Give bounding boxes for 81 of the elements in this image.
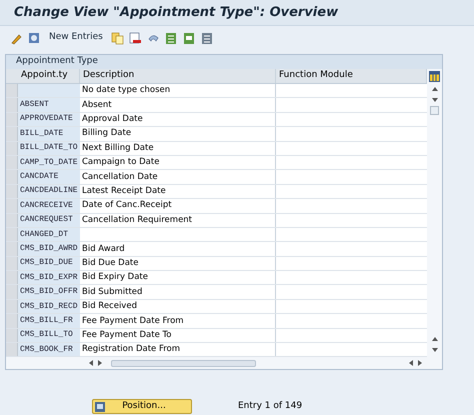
- table-cell: Next Billing Date: [80, 142, 276, 155]
- position-icon: [95, 402, 105, 412]
- table-cell: Bid Expiry Date: [80, 271, 276, 284]
- table-cell: CANCDATE: [18, 170, 80, 184]
- column-header[interactable]: Description: [80, 69, 276, 83]
- row-selector[interactable]: [6, 328, 18, 342]
- row-selector[interactable]: [6, 98, 18, 112]
- table-cell: Fee Payment Date From: [80, 314, 276, 328]
- table-cell: CMS_BID_DUE: [18, 256, 80, 270]
- table-cell: No date type chosen: [80, 84, 276, 98]
- scroll-up-icon[interactable]: [432, 86, 438, 92]
- table-cell: CHANGED_DT: [18, 228, 80, 242]
- table-cell: CAMP_TO_DATE: [18, 156, 80, 170]
- table-cell: BILL_DATE: [18, 127, 80, 141]
- row-selector[interactable]: [6, 285, 18, 299]
- entry-info: Entry 1 of 149: [238, 400, 302, 414]
- scroll-up-icon[interactable]: [432, 336, 438, 342]
- column-header[interactable]: Appoint.ty: [18, 69, 80, 83]
- table-cell: Bid Received: [80, 300, 276, 314]
- table-cell: CMS_BID_OFFR: [18, 285, 80, 299]
- table-title: Appointment Type: [16, 55, 98, 68]
- window-title: Change View "Appointment Type": Overview: [14, 4, 338, 22]
- row-selector[interactable]: [6, 271, 18, 284]
- horizontal-scrollbar[interactable]: [111, 360, 256, 367]
- table-cell: CMS_BID_EXPR: [18, 271, 80, 284]
- table-cell: Cancellation Date: [80, 170, 276, 184]
- scroll-left-icon[interactable]: [88, 360, 94, 366]
- row-selector[interactable]: [6, 314, 18, 328]
- row-selector[interactable]: [6, 127, 18, 141]
- row-selector[interactable]: [6, 142, 18, 155]
- table-settings-icon[interactable]: [429, 71, 440, 82]
- scroll-right-icon[interactable]: [417, 360, 423, 366]
- table-cell: Latest Receipt Date: [80, 184, 276, 198]
- table-cell: Bid Submitted: [80, 285, 276, 299]
- table-cell: CMS_BILL_TO: [18, 328, 80, 342]
- table-cell: Cancellation Requirement: [80, 214, 276, 227]
- table-cell: CANCRECEIVE: [18, 199, 80, 213]
- table-cell: Fee Payment Date To: [80, 328, 276, 342]
- copy-icon[interactable]: [110, 32, 124, 44]
- table-cell: Approval Date: [80, 112, 276, 126]
- select-block-icon[interactable]: [182, 32, 196, 44]
- table-cell: CANCREQUEST: [18, 214, 80, 227]
- display-icon[interactable]: [28, 32, 41, 44]
- table-cell: Date of Canc.Receipt: [80, 199, 276, 213]
- row-selector[interactable]: [6, 156, 18, 170]
- table-cell: APPROVEDATE: [18, 112, 80, 126]
- table-cell: Absent: [80, 98, 276, 112]
- table-cell: Campaign to Date: [80, 156, 276, 170]
- table-cell: Registration Date From: [80, 343, 276, 356]
- scroll-down-icon[interactable]: [432, 97, 438, 103]
- row-selector[interactable]: [6, 256, 18, 270]
- table-cell: Billing Date: [80, 127, 276, 141]
- table-cell: Bid Due Date: [80, 256, 276, 270]
- scroll-left-icon[interactable]: [408, 360, 414, 366]
- row-selector[interactable]: [6, 84, 18, 98]
- table-cell: CMS_BILL_FR: [18, 314, 80, 328]
- select-all-icon[interactable]: [164, 32, 178, 44]
- row-selector[interactable]: [6, 242, 18, 256]
- table-cell: CMS_BOOK_FR: [18, 343, 80, 356]
- table-cell: CMS_BID_AWRD: [18, 242, 80, 256]
- table-cell: ABSENT: [18, 98, 80, 112]
- scroll-down-icon[interactable]: [432, 347, 438, 354]
- row-selector[interactable]: [6, 199, 18, 213]
- deselect-icon[interactable]: [200, 32, 214, 44]
- row-selector[interactable]: [6, 214, 18, 227]
- new-entries-button[interactable]: New Entries: [46, 31, 106, 45]
- row-selector[interactable]: [6, 170, 18, 184]
- vertical-scrollbar-thumb[interactable]: [430, 106, 439, 115]
- position-button[interactable]: Position...: [92, 399, 192, 414]
- table-cell: CMS_BID_RECD: [18, 300, 80, 314]
- table-cell: CANCDEADLINE: [18, 184, 80, 198]
- delete-icon[interactable]: [128, 32, 142, 44]
- row-selector[interactable]: [6, 184, 18, 198]
- table-cell: Bid Award: [80, 242, 276, 256]
- row-selector[interactable]: [6, 343, 18, 356]
- row-selector[interactable]: [6, 228, 18, 242]
- table-cell: BILL_DATE_TO: [18, 142, 80, 155]
- column-header[interactable]: Function Module: [276, 69, 427, 83]
- row-selector[interactable]: [6, 112, 18, 126]
- scroll-right-icon[interactable]: [97, 360, 103, 366]
- row-selector[interactable]: [6, 300, 18, 314]
